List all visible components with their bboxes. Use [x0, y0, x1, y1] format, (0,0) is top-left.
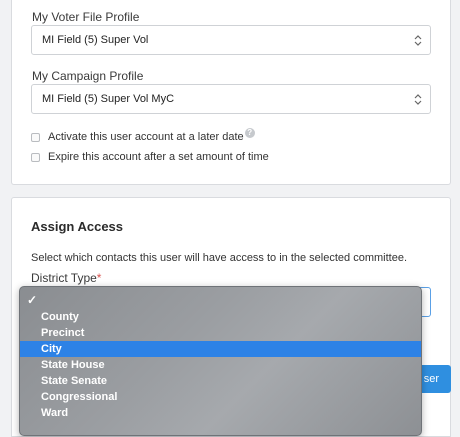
dropdown-option-blank[interactable]: ✓	[20, 292, 421, 308]
district-type-label: District Type*	[31, 271, 102, 285]
voter-profile-select[interactable]: MI Field (5) Super Vol	[31, 25, 431, 55]
activate-later-checkbox[interactable]	[31, 132, 40, 142]
expire-account-row: Expire this account after a set amount o…	[31, 151, 269, 163]
campaign-profile-label: My Campaign Profile	[32, 69, 144, 83]
assign-access-title: Assign Access	[31, 219, 124, 234]
campaign-profile-select[interactable]: MI Field (5) Super Vol MyC	[31, 84, 431, 114]
assign-access-description: Select which contacts this user will hav…	[31, 252, 408, 264]
dropdown-option-city[interactable]: City	[20, 341, 421, 357]
expire-account-checkbox[interactable]	[31, 152, 40, 162]
campaign-profile-value: MI Field (5) Super Vol MyC	[42, 93, 175, 105]
select-caret-icon	[414, 35, 422, 46]
expire-account-label: Expire this account after a set amount o…	[48, 151, 269, 163]
district-type-dropdown: ✓ County Precinct City State House State…	[19, 286, 422, 436]
dropdown-option-state-house[interactable]: State House	[20, 357, 421, 373]
activate-later-row: Activate this user account at a later da…	[31, 128, 255, 143]
dropdown-option-congressional[interactable]: Congressional	[20, 389, 421, 405]
activate-later-label: Activate this user account at a later da…	[48, 131, 244, 143]
required-mark: *	[96, 271, 102, 285]
voter-profile-label: My Voter File Profile	[32, 10, 140, 24]
select-caret-icon	[414, 94, 422, 105]
dropdown-option-county[interactable]: County	[20, 309, 421, 325]
voter-profile-value: MI Field (5) Super Vol	[42, 34, 149, 46]
help-icon[interactable]: ?	[244, 128, 255, 138]
dropdown-option-state-senate[interactable]: State Senate	[20, 373, 421, 389]
dropdown-option-precinct[interactable]: Precinct	[20, 325, 421, 341]
user-profile-card: My Voter File Profile MI Field (5) Super…	[11, 0, 451, 185]
save-user-button-label: ser	[423, 373, 439, 385]
dropdown-option-ward[interactable]: Ward	[20, 405, 421, 421]
checkmark-icon: ✓	[27, 293, 38, 307]
